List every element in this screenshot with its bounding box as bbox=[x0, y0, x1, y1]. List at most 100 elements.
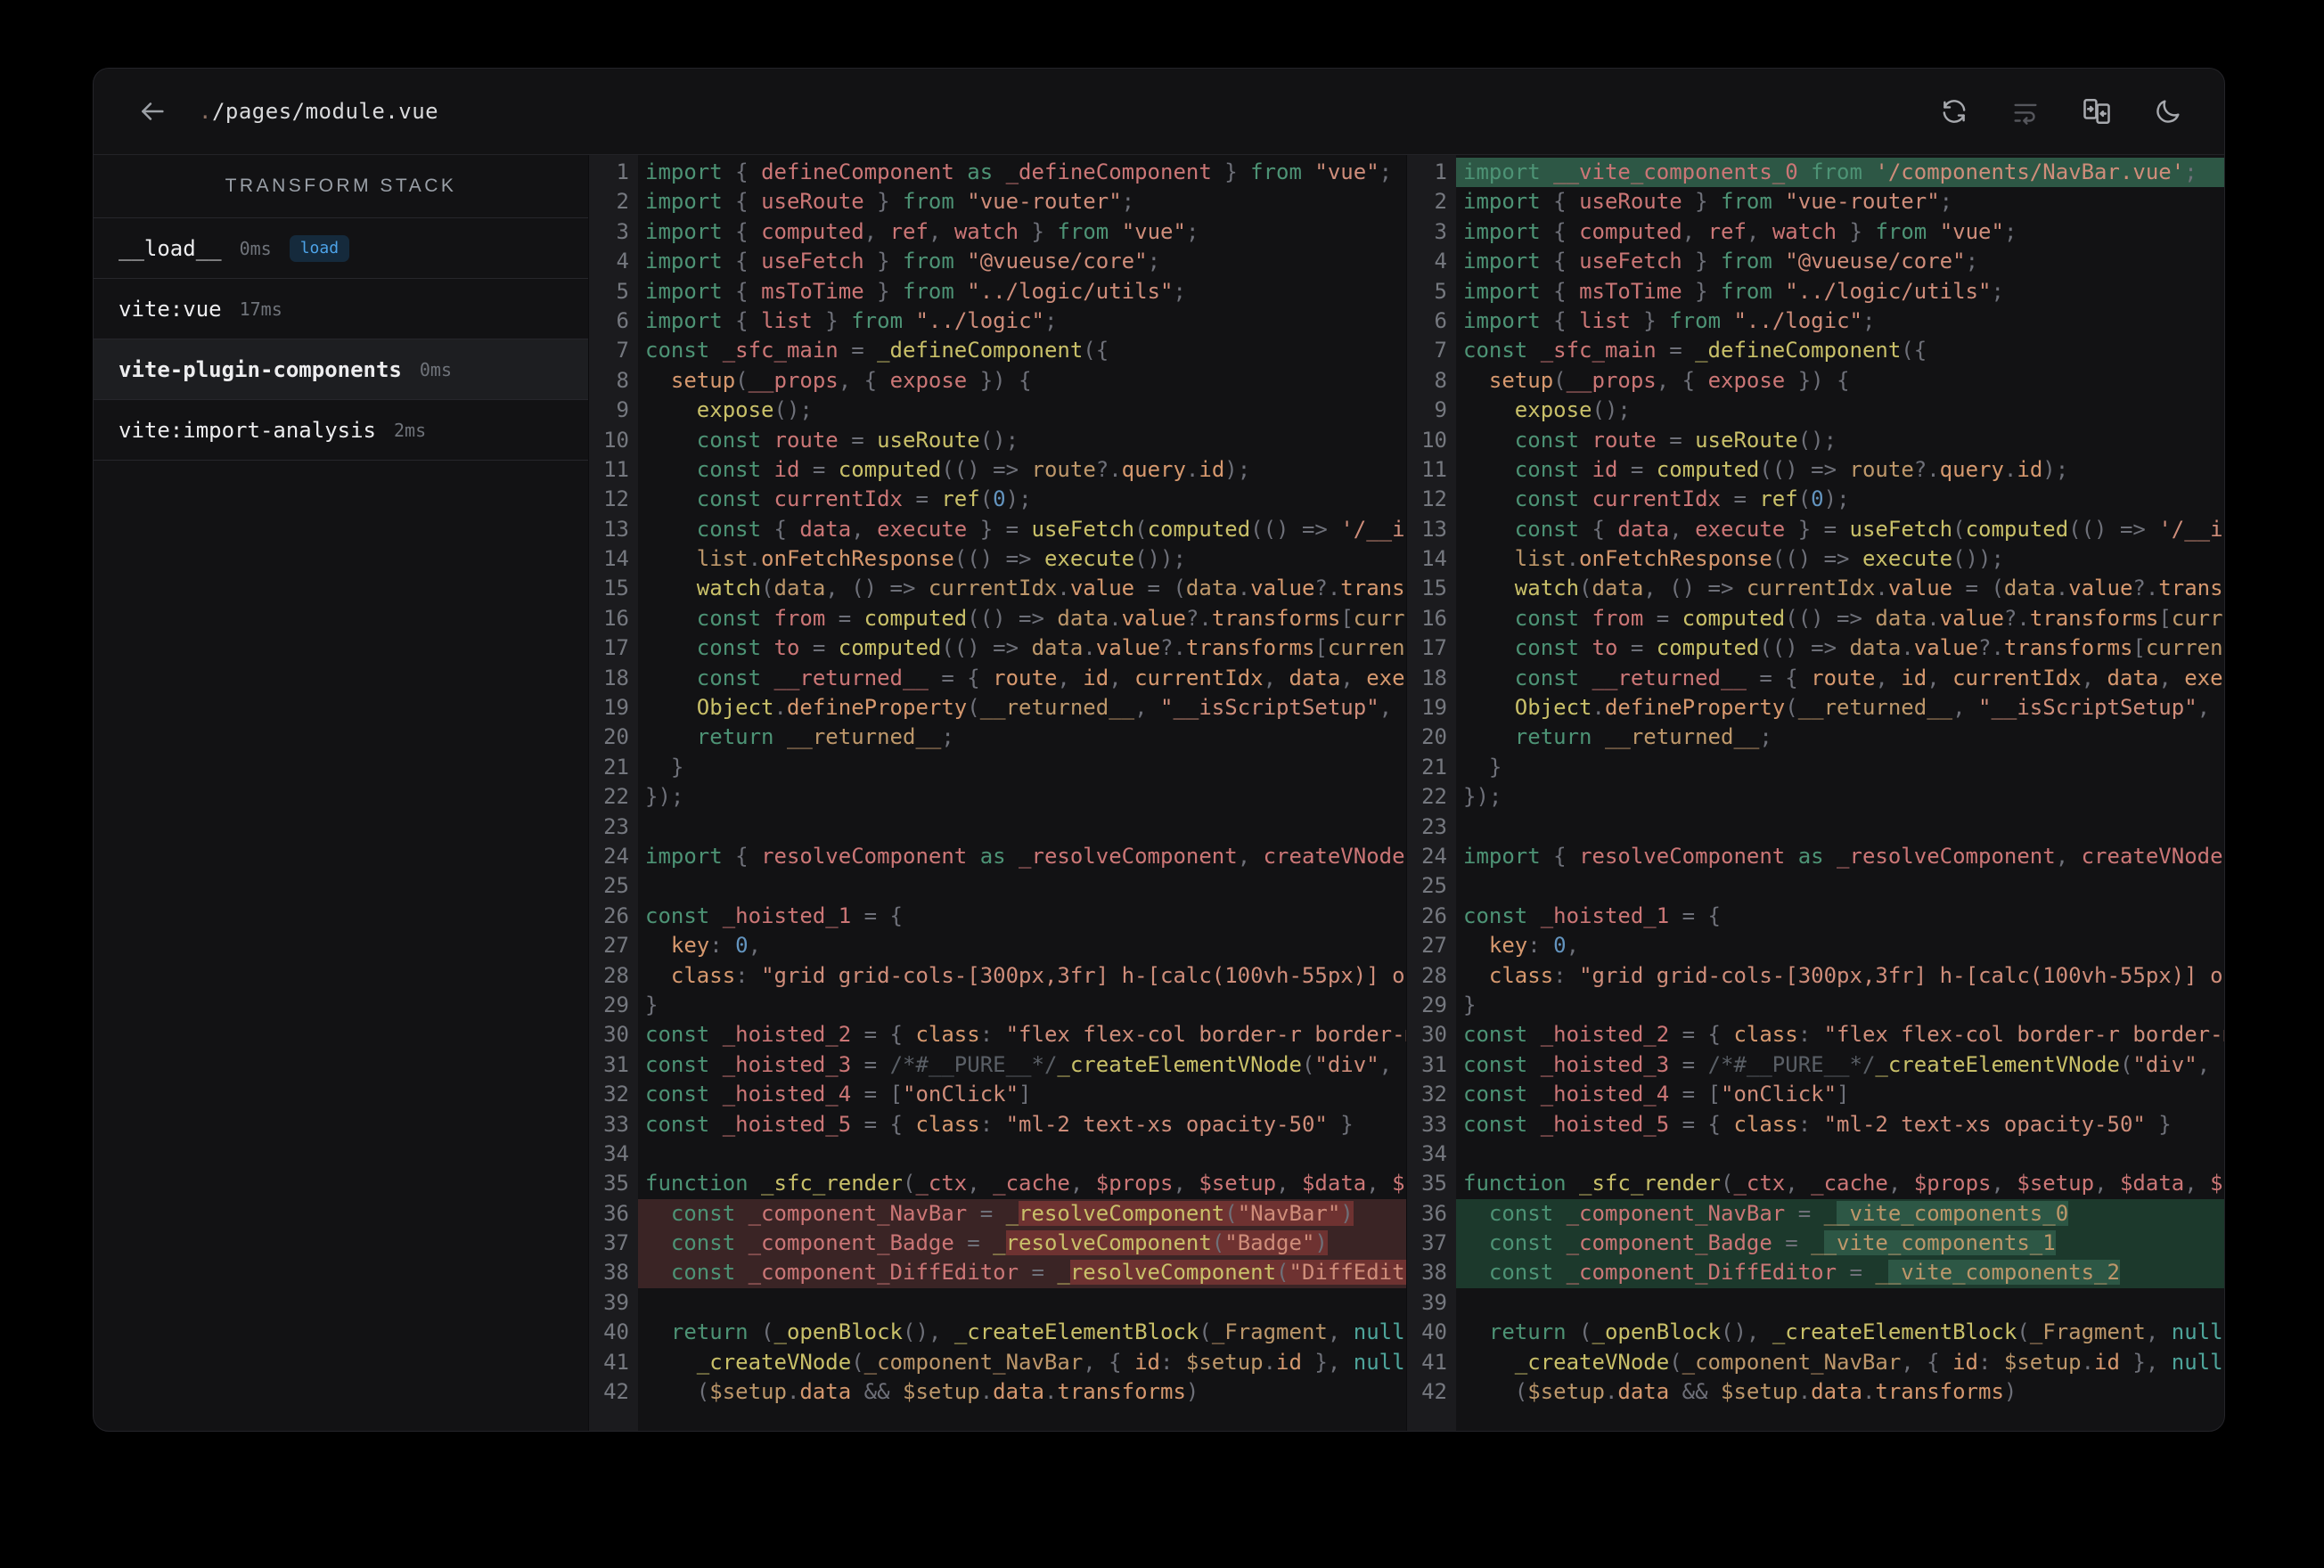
code-line: import { msToTime } from "../logic/utils… bbox=[645, 278, 1186, 304]
line-number: 16 bbox=[603, 605, 629, 631]
line-number: 36 bbox=[1421, 1200, 1447, 1226]
code-line: const _hoisted_2 = { class: "flex flex-c… bbox=[645, 1022, 1406, 1048]
line-number: 21 bbox=[603, 754, 629, 780]
line-number: 37 bbox=[1421, 1230, 1447, 1256]
line-number: 29 bbox=[603, 992, 629, 1017]
code-line: import __vite_components_0 from '/compon… bbox=[1456, 158, 2224, 188]
line-number: 11 bbox=[603, 456, 629, 482]
side-by-side-diff-icon[interactable] bbox=[2080, 94, 2114, 128]
code-line: setup(__props, { expose }) { bbox=[670, 367, 1032, 393]
code-line: const _hoisted_4 = ["onClick"] bbox=[1463, 1082, 1850, 1107]
line-number: 3 bbox=[1434, 218, 1447, 244]
toolbar bbox=[1937, 94, 2189, 128]
code-line: function _sfc_render(_ctx, _cache, $prop… bbox=[645, 1171, 1406, 1196]
code-line: const from = computed(() => data.value?.… bbox=[696, 605, 1406, 631]
line-number: 3 bbox=[616, 218, 629, 244]
diff-pane-after[interactable]: 1 2 3 4 5 6 7 8 9 10 11 12 13 14 15 16 17 18 19 20 21 22 23 24 2… bbox=[1406, 155, 2224, 1431]
line-number: 30 bbox=[603, 1022, 629, 1048]
line-number: 19 bbox=[1421, 695, 1447, 721]
line-number: 1 bbox=[1434, 159, 1447, 184]
line-number: 18 bbox=[603, 665, 629, 690]
plugin-time: 0ms bbox=[239, 237, 272, 259]
code-line: const _component_NavBar = _resolveCompon… bbox=[638, 1198, 1406, 1229]
code-line: expose(); bbox=[1514, 397, 1631, 423]
page-title: ./pages/module.vue bbox=[199, 99, 438, 124]
code-line: const id = computed(() => route?.query.i… bbox=[696, 456, 1251, 482]
dark-mode-toggle-icon[interactable] bbox=[2151, 94, 2185, 128]
sidebar-item-vite-plugin-components[interactable]: vite-plugin-components 0ms bbox=[94, 339, 588, 400]
line-number: 4 bbox=[1434, 249, 1447, 274]
code-line: const _component_Badge = _resolveCompone… bbox=[638, 1229, 1406, 1259]
plugin-time: 2ms bbox=[393, 419, 427, 441]
code-line: watch(data, () => currentIdx.value = (da… bbox=[696, 576, 1406, 601]
code-line: return (_openBlock(), _createElementBloc… bbox=[670, 1319, 1406, 1345]
line-number: 29 bbox=[1421, 992, 1447, 1017]
code-line: const _hoisted_4 = ["onClick"] bbox=[645, 1082, 1032, 1107]
line-number: 39 bbox=[1421, 1289, 1447, 1315]
line-number: 26 bbox=[603, 902, 629, 928]
line-number: 5 bbox=[1434, 278, 1447, 304]
line-number: 12 bbox=[603, 486, 629, 512]
line-number: 10 bbox=[1421, 427, 1447, 453]
line-number: 35 bbox=[603, 1171, 629, 1196]
line-number: 20 bbox=[1421, 724, 1447, 750]
line-number: 24 bbox=[603, 843, 629, 869]
line-number: 40 bbox=[1421, 1319, 1447, 1345]
line-number-gutter: 1 2 3 4 5 6 7 8 9 10 11 12 13 14 15 16 17 18 19 20 21 22 23 24 2… bbox=[1407, 155, 1456, 1431]
module-path: /pages/module.vue bbox=[211, 99, 439, 124]
code-line: class: "grid grid-cols-[300px,3fr] h-[ca… bbox=[1488, 962, 2224, 988]
back-button[interactable] bbox=[133, 92, 172, 131]
line-number: 40 bbox=[603, 1319, 629, 1345]
sidebar-item-vite-vue[interactable]: vite:vue 17ms bbox=[94, 279, 588, 339]
line-number: 37 bbox=[603, 1230, 629, 1256]
line-number: 14 bbox=[1421, 546, 1447, 572]
line-number: 15 bbox=[603, 576, 629, 601]
line-number: 28 bbox=[1421, 962, 1447, 988]
line-number: 41 bbox=[603, 1349, 629, 1375]
line-number: 31 bbox=[603, 1051, 629, 1077]
line-number: 42 bbox=[1421, 1379, 1447, 1405]
line-number: 9 bbox=[1434, 397, 1447, 423]
line-number: 32 bbox=[603, 1082, 629, 1107]
diff-pane-before[interactable]: 1 2 3 4 5 6 7 8 9 10 11 12 13 14 15 16 17 18 19 20 21 22 23 24 2… bbox=[589, 155, 1406, 1431]
code-line: import { computed, ref, watch } from "vu… bbox=[645, 218, 1199, 244]
refresh-icon[interactable] bbox=[1937, 94, 1971, 128]
code-line: return __returned__; bbox=[1514, 724, 1772, 750]
code-line: import { resolveComponent as _resolveCom… bbox=[645, 843, 1405, 869]
line-number: 1 bbox=[616, 159, 629, 184]
code-line: const { data, execute } = useFetch(compu… bbox=[1514, 516, 2224, 542]
line-number: 35 bbox=[1421, 1171, 1447, 1196]
code-line: }); bbox=[1463, 784, 1502, 810]
line-number: 7 bbox=[1434, 338, 1447, 363]
code-line: const _hoisted_3 = /*#__PURE__*/_createE… bbox=[1463, 1051, 2224, 1077]
line-number: 38 bbox=[603, 1260, 629, 1286]
code-line: const to = computed(() => data.value?.tr… bbox=[696, 635, 1406, 661]
code-line: key: 0, bbox=[1488, 933, 1580, 959]
code-line: const to = computed(() => data.value?.tr… bbox=[1514, 635, 2224, 661]
code-line: import { defineComponent as _defineCompo… bbox=[645, 159, 1393, 184]
line-number: 4 bbox=[616, 249, 629, 274]
code-line: Object.defineProperty(__returned__, "__i… bbox=[696, 695, 1406, 721]
load-badge: load bbox=[289, 234, 350, 262]
code-line: return __returned__; bbox=[696, 724, 954, 750]
code-line: import { list } from "../logic"; bbox=[645, 307, 1058, 333]
code-line: import { msToTime } from "../logic/utils… bbox=[1463, 278, 2004, 304]
line-number: 27 bbox=[603, 933, 629, 959]
line-number: 12 bbox=[1421, 486, 1447, 512]
code-line: expose(); bbox=[696, 397, 813, 423]
line-number: 21 bbox=[1421, 754, 1447, 780]
line-number-gutter: 1 2 3 4 5 6 7 8 9 10 11 12 13 14 15 16 17 18 19 20 21 22 23 24 2… bbox=[589, 155, 638, 1431]
line-number: 34 bbox=[603, 1140, 629, 1166]
line-number: 33 bbox=[1421, 1111, 1447, 1137]
line-wrap-icon[interactable] bbox=[2009, 94, 2042, 128]
sidebar-item-load[interactable]: __load__ 0ms load bbox=[94, 218, 588, 279]
line-number: 27 bbox=[1421, 933, 1447, 959]
line-number: 28 bbox=[603, 962, 629, 988]
plugin-name: vite:vue bbox=[119, 296, 222, 322]
code-line: const _component_Badge = __vite_componen… bbox=[1456, 1229, 2224, 1259]
sidebar-item-vite-import-analysis[interactable]: vite:import-analysis 2ms bbox=[94, 400, 588, 461]
line-number: 25 bbox=[1421, 873, 1447, 899]
line-number: 6 bbox=[616, 307, 629, 333]
